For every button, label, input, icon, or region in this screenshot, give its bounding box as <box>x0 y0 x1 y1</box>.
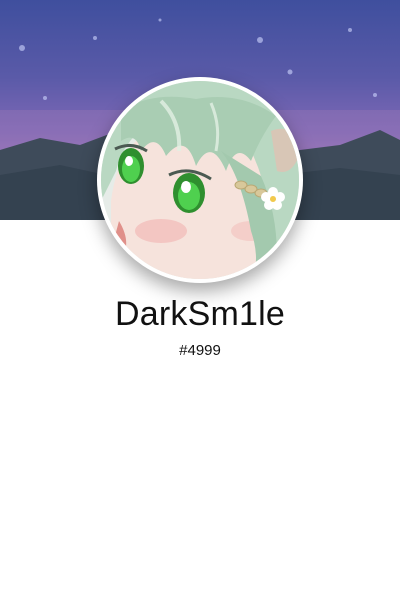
username: DarkSm1le <box>115 295 285 333</box>
avatar[interactable] <box>101 81 299 279</box>
profile-card: DarkSm1le #4999 <box>0 0 400 600</box>
anime-avatar-icon <box>101 81 299 279</box>
avatar-frame[interactable] <box>97 77 303 283</box>
user-discriminator: #4999 <box>179 342 221 359</box>
